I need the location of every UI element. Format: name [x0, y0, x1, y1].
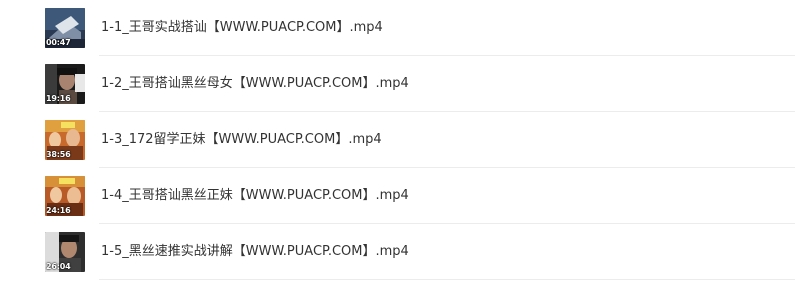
file-row[interactable]: 38:56 1-3_172留学正妹【WWW.PUACP.COM】.mp4 [0, 112, 795, 168]
file-name[interactable]: 1-3_172留学正妹【WWW.PUACP.COM】.mp4 [101, 131, 382, 149]
video-thumbnail[interactable]: 24:16 [45, 176, 85, 216]
video-thumbnail[interactable]: 19:16 [45, 64, 85, 104]
file-row[interactable]: 00:47 1-1_王哥实战搭讪【WWW.PUACP.COM】.mp4 [0, 0, 795, 56]
file-name[interactable]: 1-4_王哥搭讪黑丝正妹【WWW.PUACP.COM】.mp4 [101, 187, 409, 205]
file-list: 00:47 1-1_王哥实战搭讪【WWW.PUACP.COM】.mp4 19:1… [0, 0, 795, 288]
file-row[interactable]: 24:16 1-4_王哥搭讪黑丝正妹【WWW.PUACP.COM】.mp4 [0, 168, 795, 224]
video-thumbnail[interactable]: 38:56 [45, 120, 85, 160]
duration-label: 24:16 [46, 206, 71, 215]
duration-label: 19:16 [46, 94, 71, 103]
file-name[interactable]: 1-1_王哥实战搭讪【WWW.PUACP.COM】.mp4 [101, 19, 383, 37]
duration-label: 26:04 [46, 262, 71, 271]
duration-label: 38:56 [46, 150, 71, 159]
row-divider [99, 279, 795, 280]
file-name[interactable]: 1-2_王哥搭讪黑丝母女【WWW.PUACP.COM】.mp4 [101, 75, 409, 93]
video-thumbnail[interactable]: 26:04 [45, 232, 85, 272]
file-row[interactable]: 19:16 1-2_王哥搭讪黑丝母女【WWW.PUACP.COM】.mp4 [0, 56, 795, 112]
video-thumbnail[interactable]: 00:47 [45, 8, 85, 48]
duration-label: 00:47 [46, 38, 71, 47]
file-name[interactable]: 1-5_黑丝速推实战讲解【WWW.PUACP.COM】.mp4 [101, 243, 409, 261]
file-row[interactable]: 26:04 1-5_黑丝速推实战讲解【WWW.PUACP.COM】.mp4 [0, 224, 795, 280]
